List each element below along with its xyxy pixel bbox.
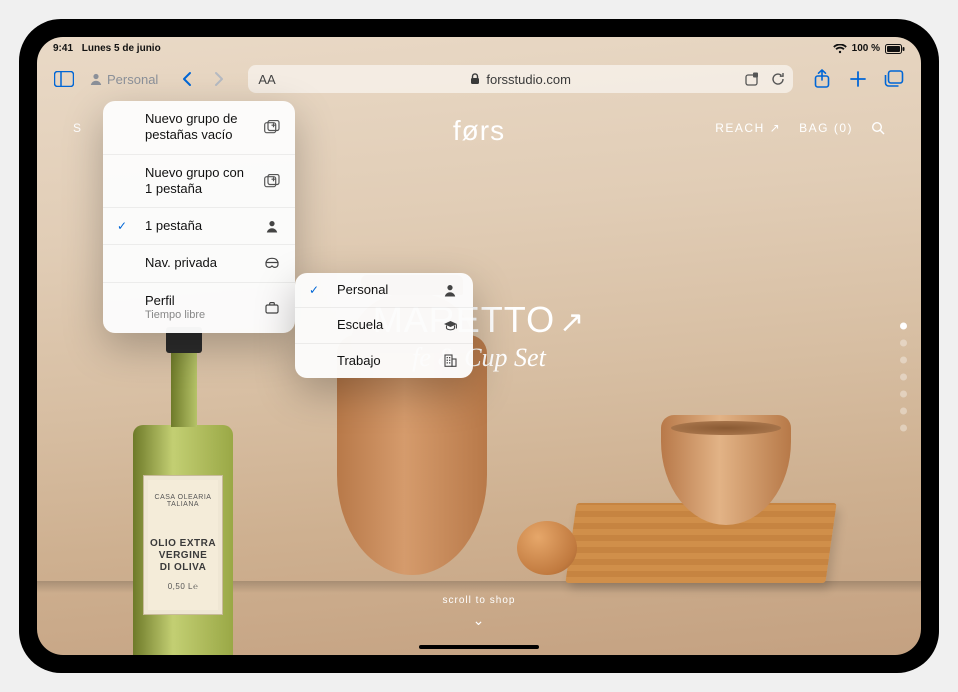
- menu-new-with-label: Nuevo grupo con 1 pestaña: [145, 165, 249, 198]
- menu-new-empty-group[interactable]: Nuevo grupo de pestañas vacío: [103, 101, 295, 154]
- new-tab-button[interactable]: [843, 64, 873, 94]
- menu-new-group-with-tab[interactable]: Nuevo grupo con 1 pestaña: [103, 154, 295, 208]
- screen: 9:41 Lunes 5 de junio 100 % Personal: [37, 37, 921, 655]
- dot-1[interactable]: [900, 323, 907, 330]
- nav-left[interactable]: S: [73, 121, 83, 135]
- url-text: forsstudio.com: [486, 72, 571, 87]
- private-icon: [263, 257, 281, 269]
- status-bar: 9:41 Lunes 5 de junio 100 %: [37, 37, 921, 57]
- dot-5[interactable]: [900, 391, 907, 398]
- battery-icon: [885, 44, 905, 54]
- profile-escuela[interactable]: Escuela: [295, 307, 473, 342]
- menu-one-tab-label: 1 pestaña: [145, 218, 249, 234]
- nav-search-icon[interactable]: [871, 121, 885, 135]
- status-battery: 100 %: [852, 43, 880, 54]
- menu-one-tab[interactable]: ✓ 1 pestaña: [103, 207, 295, 244]
- checkmark-icon: ✓: [309, 283, 323, 297]
- profile-trabajo-label: Trabajo: [337, 353, 427, 369]
- person-icon: [441, 284, 459, 297]
- home-indicator[interactable]: [419, 645, 539, 649]
- nav-bag[interactable]: BAG (0): [799, 121, 853, 135]
- dot-7[interactable]: [900, 425, 907, 432]
- status-time: 9:41: [53, 43, 73, 54]
- scroll-cue-text: scroll to shop: [443, 595, 516, 606]
- graduation-cap-icon: [441, 320, 459, 331]
- reload-icon[interactable]: [771, 72, 785, 86]
- menu-private-label: Nav. privada: [145, 255, 249, 271]
- wifi-icon: [833, 44, 847, 54]
- dot-6[interactable]: [900, 408, 907, 415]
- new-tab-group-icon: [263, 120, 281, 134]
- sidebar-button[interactable]: [49, 64, 79, 94]
- menu-profile-sublabel: Tiempo libre: [145, 309, 249, 323]
- ipad-frame: 9:41 Lunes 5 de junio 100 % Personal: [19, 19, 939, 673]
- hero-line2: fe & Cup Set: [37, 343, 921, 373]
- status-date: Lunes 5 de junio: [82, 43, 161, 54]
- share-button[interactable]: [807, 64, 837, 94]
- person-icon: [263, 220, 281, 233]
- menu-profile-label: Perfil: [145, 293, 175, 308]
- nav-reach[interactable]: REACH ↗: [715, 121, 781, 135]
- profile-submenu: ✓ Personal Escuela Trabajo: [295, 273, 473, 378]
- fruit-graphic: [517, 521, 577, 575]
- profile-personal-label: Personal: [337, 282, 427, 298]
- profile-personal[interactable]: ✓ Personal: [295, 273, 473, 307]
- reader-aa-button[interactable]: AA: [258, 72, 275, 87]
- chevron-down-icon: ⌄: [443, 612, 516, 629]
- dot-3[interactable]: [900, 357, 907, 364]
- profile-indicator[interactable]: Personal: [85, 72, 162, 87]
- profile-escuela-label: Escuela: [337, 317, 427, 333]
- tabs-button[interactable]: [879, 64, 909, 94]
- address-bar[interactable]: AA forsstudio.com: [248, 65, 793, 93]
- dot-2[interactable]: [900, 340, 907, 347]
- menu-private-browsing[interactable]: Nav. privada: [103, 244, 295, 281]
- profile-trabajo[interactable]: Trabajo: [295, 343, 473, 378]
- tab-groups-menu: Nuevo grupo de pestañas vacío Nuevo grup…: [103, 101, 295, 333]
- briefcase-icon: [263, 302, 281, 314]
- forward-button[interactable]: [204, 64, 234, 94]
- dot-4[interactable]: [900, 374, 907, 381]
- browser-toolbar: Personal AA forsstudio.com: [37, 59, 921, 99]
- profile-label: Personal: [107, 72, 158, 87]
- bottle-brand: CASA OLEARIA TALIANA: [144, 494, 222, 508]
- menu-profile[interactable]: Perfil Tiempo libre: [103, 282, 295, 333]
- new-tab-group-icon: [263, 174, 281, 188]
- bottle-product: OLIO EXTRA VERGINE DI OLIVA: [144, 538, 222, 574]
- hero-arrow-icon: ↗: [559, 306, 585, 339]
- back-button[interactable]: [172, 64, 202, 94]
- scroll-cue[interactable]: scroll to shop ⌄: [443, 595, 516, 629]
- menu-new-empty-label: Nuevo grupo de pestañas vacío: [145, 111, 249, 144]
- lock-icon: [470, 73, 480, 85]
- extensions-icon[interactable]: [745, 72, 761, 86]
- building-icon: [441, 354, 459, 367]
- page-dots[interactable]: [900, 323, 907, 432]
- bottle-volume: 0,50 L℮: [144, 582, 222, 591]
- checkmark-icon: ✓: [117, 219, 131, 233]
